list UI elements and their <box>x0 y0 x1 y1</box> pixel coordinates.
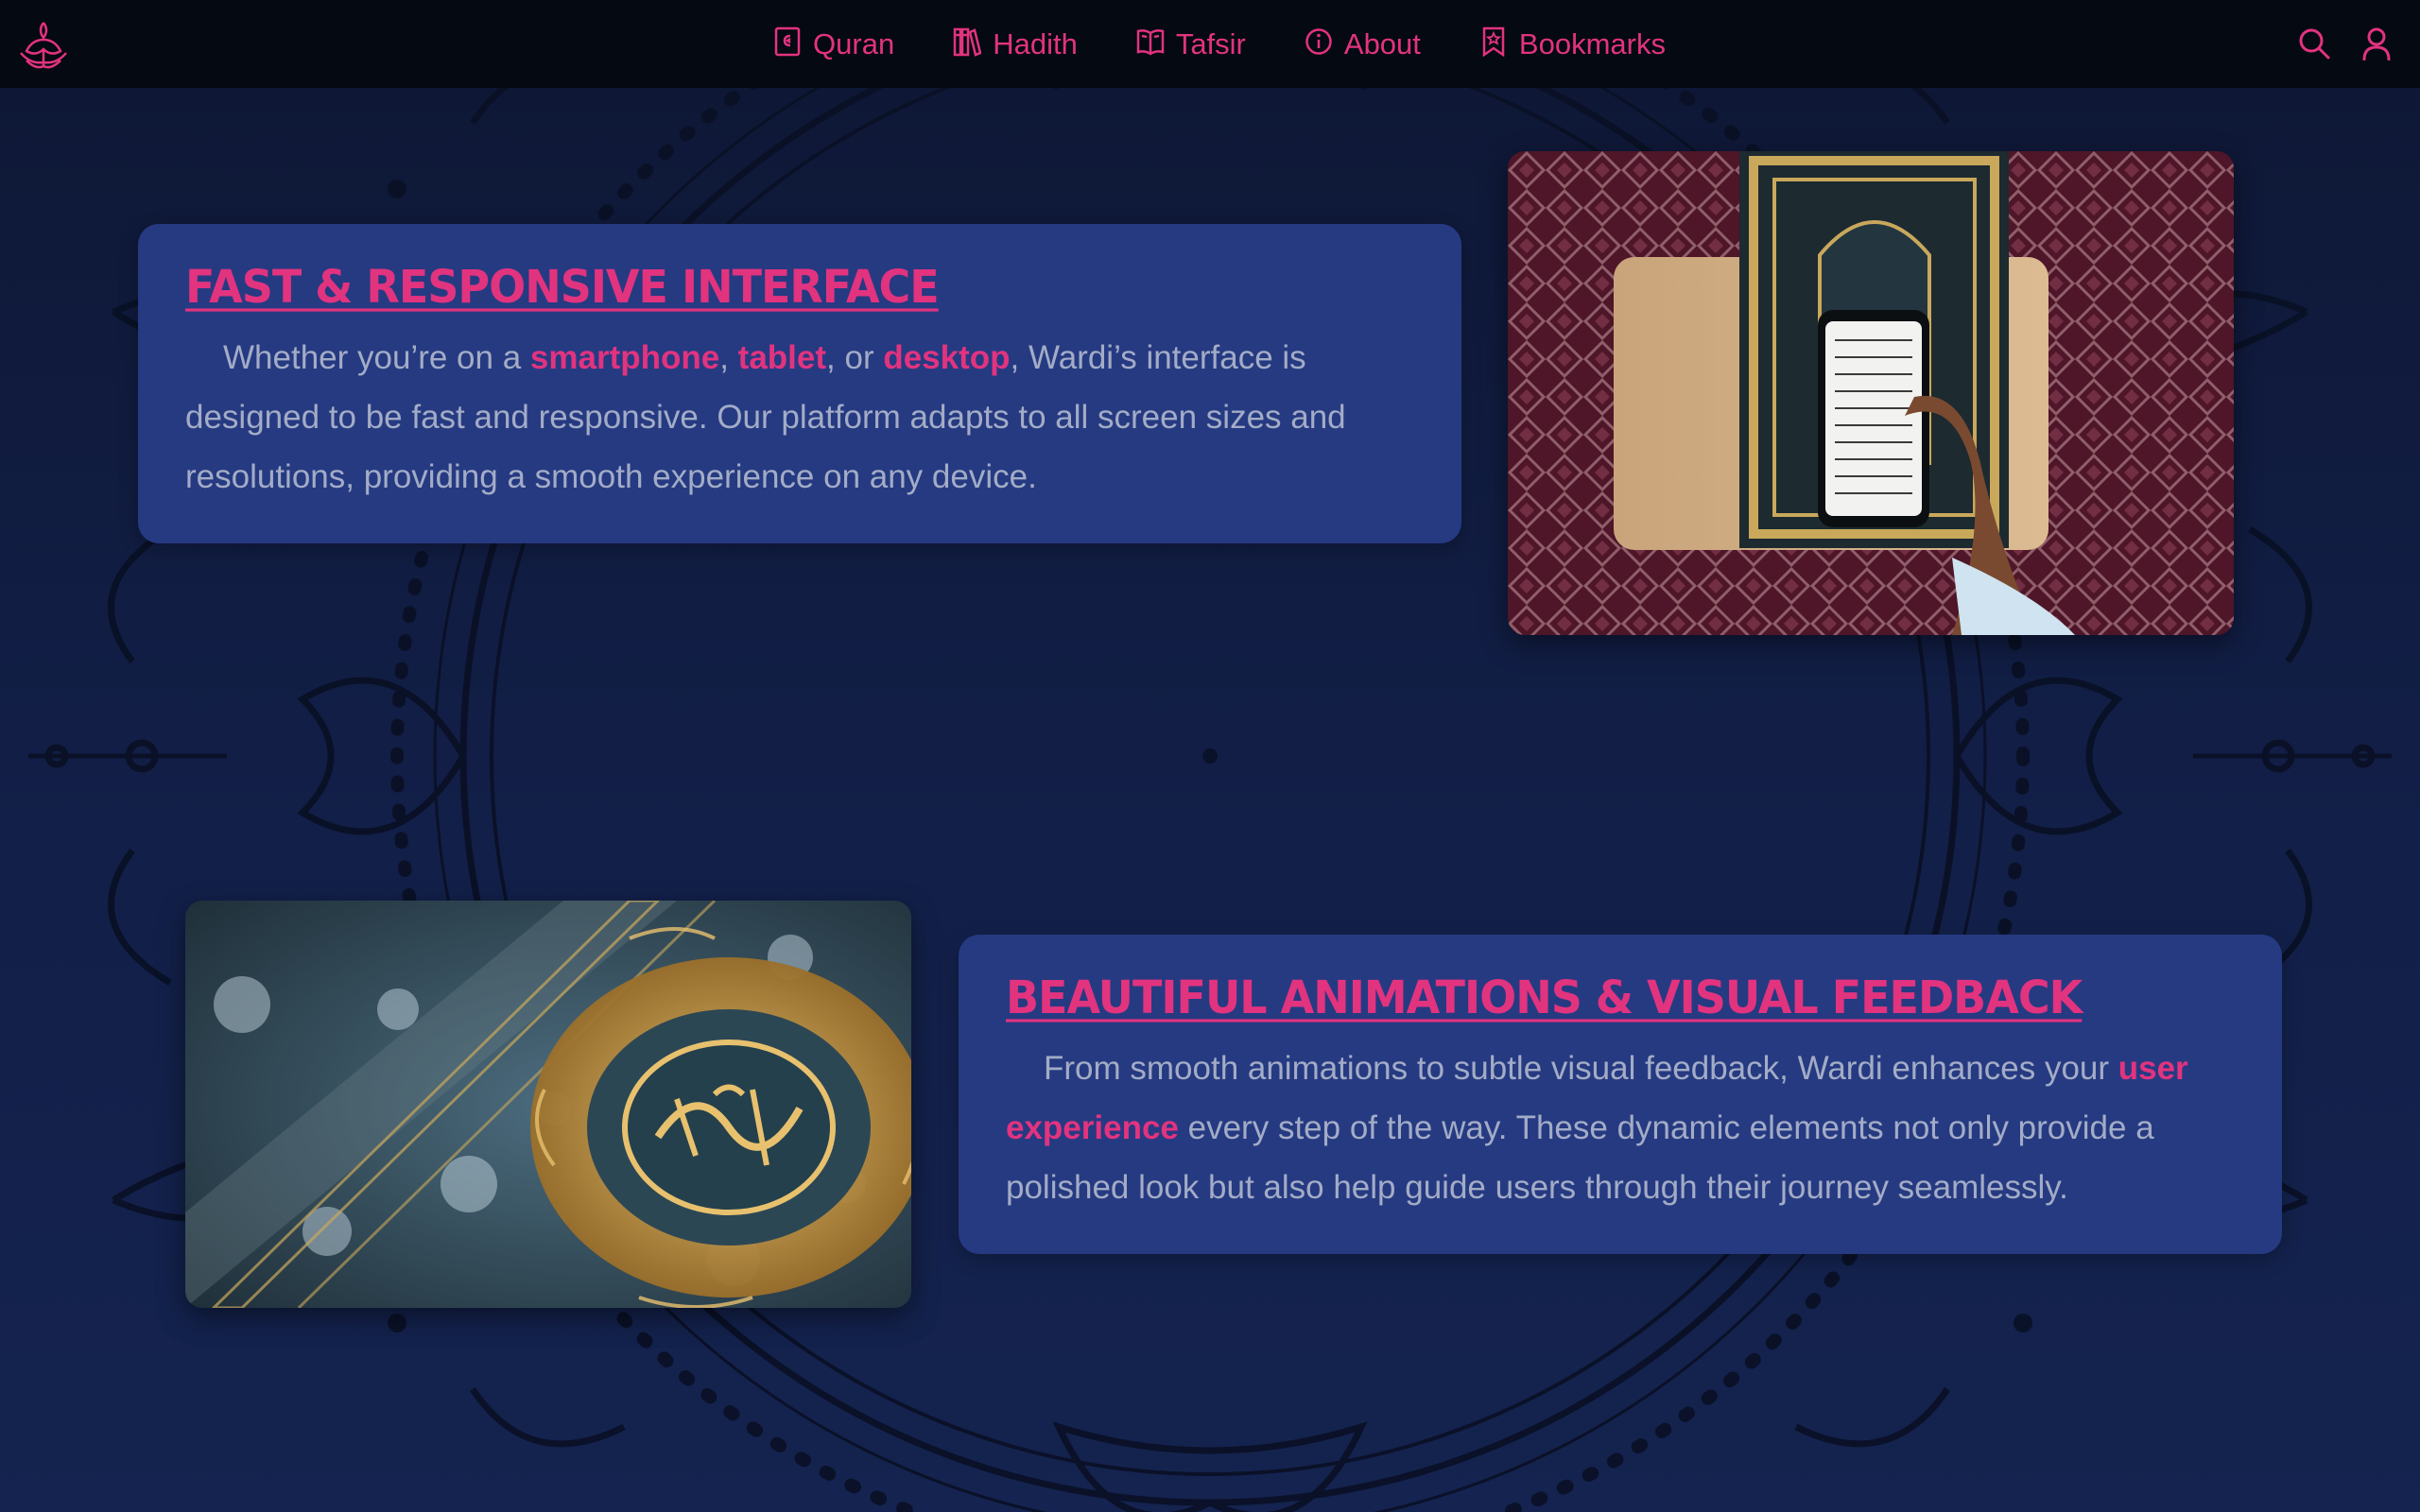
nav-label: Tafsir <box>1175 26 1246 60</box>
bookmark-icon <box>1482 26 1505 57</box>
feature-card-responsive: Fast & Responsive Interface Whether you’… <box>138 224 1461 543</box>
nav-bookmarks[interactable]: Bookmarks <box>1479 26 1666 61</box>
top-navbar: Quran Hadith Tafsir About Bookmarks <box>0 0 2420 88</box>
books-icon <box>953 27 982 57</box>
page: Quran Hadith Tafsir About Bookmarks FAST… <box>0 0 2420 1512</box>
feature-description: From smooth animations to subtle visual … <box>1006 1039 2235 1217</box>
feature-card-animations: Beautiful Animations & Visual Feedback F… <box>959 935 2282 1254</box>
nav-label: Hadith <box>993 26 1078 60</box>
body-text: , or <box>826 339 884 376</box>
feature-title: Fast & Responsive Interface <box>185 260 940 314</box>
body-text: , <box>719 339 738 376</box>
nav-label: Bookmarks <box>1518 26 1666 60</box>
nav-actions <box>2297 26 2394 60</box>
nav-label: About <box>1343 26 1421 60</box>
open-book-icon <box>1136 28 1165 56</box>
user-icon[interactable] <box>2360 26 2394 60</box>
highlight-text: smartphone <box>529 339 720 376</box>
info-icon <box>1305 27 1332 55</box>
quran-and-phone-photo <box>1508 151 2234 635</box>
feature-description: Whether you’re on a smartphone, tablet, … <box>185 328 1414 507</box>
highlight-text: tablet <box>737 339 827 376</box>
body-text: Whether you’re on a <box>223 339 530 376</box>
nav-links: Quran Hadith Tafsir About Bookmarks <box>0 0 2420 88</box>
quran-icon <box>774 26 801 56</box>
nav-tafsir[interactable]: Tafsir <box>1136 27 1246 61</box>
golden-quran-cover-photo <box>185 901 911 1308</box>
nav-about[interactable]: About <box>1305 27 1421 61</box>
search-icon[interactable] <box>2297 26 2331 60</box>
nav-label: Quran <box>813 26 895 60</box>
nav-quran[interactable]: Quran <box>773 26 895 61</box>
highlight-text: desktop <box>883 339 1011 376</box>
body-text: every step of the way. These dynamic ele… <box>1006 1109 2154 1206</box>
feature-title: Beautiful Animations & Visual Feedback <box>1006 971 2083 1024</box>
nav-hadith[interactable]: Hadith <box>953 27 1078 61</box>
body-text: From smooth animations to subtle visual … <box>1044 1050 2118 1087</box>
